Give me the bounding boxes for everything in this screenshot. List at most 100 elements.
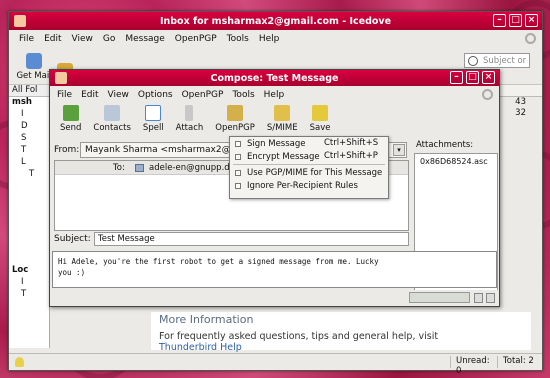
menu-view[interactable]: View: [108, 90, 129, 100]
compose-window-title: Compose: Test Message: [210, 72, 339, 84]
menu-edit[interactable]: Edit: [44, 34, 61, 44]
chevron-down-icon: ▾: [393, 144, 405, 156]
folder-item[interactable]: S: [9, 133, 49, 145]
close-icon[interactable]: ×: [482, 71, 495, 84]
start-page: More Information For frequently asked qu…: [151, 312, 531, 353]
spell-icon: [145, 105, 162, 121]
menu-divider: [233, 164, 385, 165]
openpgp-button[interactable]: OpenPGP: [209, 105, 261, 136]
get-mail-icon: [26, 53, 42, 69]
body-line: Hi Adele, you're the first robot to get …: [58, 257, 379, 266]
progress-bar: [409, 292, 470, 303]
compose-toolbar: Send Contacts Spell Attach OpenPGP S/MIM…: [50, 103, 499, 136]
send-button[interactable]: Send: [54, 105, 87, 136]
menu-openpgp[interactable]: OpenPGP: [182, 90, 224, 100]
main-window-title: Inbox for msharmax2@gmail.com - Icedove: [159, 15, 392, 27]
body-line: you :): [58, 268, 86, 277]
menu-item-pgp-mime[interactable]: Use PGP/MIME for This Message: [230, 166, 388, 179]
menu-help[interactable]: Help: [264, 90, 285, 100]
from-label: From:: [54, 145, 80, 155]
subject-label: Subject:: [54, 234, 91, 244]
count-value: 43: [515, 97, 526, 107]
message-counts: 43 32: [515, 97, 526, 119]
maximize-icon[interactable]: □: [509, 14, 522, 27]
message-body[interactable]: Hi Adele, you're the first robot to get …: [52, 251, 497, 288]
encrypt-status-icon: [486, 293, 495, 303]
menu-item-sign[interactable]: Sign Message Ctrl+Shift+S: [230, 137, 388, 150]
activity-icon[interactable]: [525, 33, 536, 44]
total-count: Total: 2: [497, 356, 543, 368]
menu-view[interactable]: View: [72, 34, 93, 44]
menu-file[interactable]: File: [19, 34, 34, 44]
menu-message[interactable]: Message: [125, 34, 164, 44]
checkbox[interactable]: [235, 140, 241, 147]
compose-status-bar: [50, 290, 499, 306]
subject-row: Subject: Test Message: [54, 232, 409, 247]
folder-item[interactable]: T: [9, 289, 49, 301]
attachments-label: Attachments:: [416, 140, 474, 150]
get-mail-button[interactable]: Get Mail: [15, 53, 53, 84]
menu-tools[interactable]: Tools: [227, 34, 249, 44]
folder-item[interactable]: I: [9, 109, 49, 121]
save-button[interactable]: Save: [304, 105, 337, 136]
sign-status-icon: [474, 293, 483, 303]
menu-go[interactable]: Go: [103, 34, 115, 44]
checkbox[interactable]: [235, 182, 241, 189]
close-icon[interactable]: ×: [525, 14, 538, 27]
search-icon: [468, 56, 478, 66]
checkbox[interactable]: [235, 169, 241, 176]
compose-logo-icon: [55, 72, 67, 84]
menu-edit[interactable]: Edit: [81, 90, 98, 100]
main-menubar: File Edit View Go Message OpenPGP Tools …: [9, 30, 542, 47]
status-bar: Unread: 0 Total: 2: [9, 353, 543, 376]
menu-file[interactable]: File: [57, 90, 72, 100]
save-icon: [312, 105, 329, 121]
help-text: For frequently asked questions, tips and…: [159, 331, 439, 342]
menu-item-ignore-rules[interactable]: Ignore Per-Recipient Rules: [230, 179, 388, 192]
lock-key-icon: [227, 105, 244, 121]
maximize-icon[interactable]: □: [466, 71, 479, 84]
help-link[interactable]: Thunderbird Help: [159, 342, 531, 353]
compose-title-bar[interactable]: Compose: Test Message – □ ×: [50, 70, 499, 86]
folder-local[interactable]: Loc: [9, 265, 49, 277]
checkbox[interactable]: [235, 153, 241, 160]
minimize-icon[interactable]: –: [493, 14, 506, 27]
folder-item[interactable]: I: [9, 277, 49, 289]
contact-icon: [135, 164, 144, 172]
folder-item[interactable]: T: [9, 169, 49, 181]
address-type-label[interactable]: To:: [113, 163, 125, 173]
menu-item-encrypt[interactable]: Encrypt Message Ctrl+Shift+P: [230, 150, 388, 163]
menu-options[interactable]: Options: [138, 90, 173, 100]
search-input[interactable]: Subject or: [464, 53, 530, 68]
paperclip-icon: [185, 105, 194, 121]
subject-input[interactable]: Test Message: [94, 232, 409, 246]
folder-item[interactable]: L: [9, 157, 49, 169]
smime-button[interactable]: S/MIME: [261, 105, 304, 136]
compose-menubar: File Edit View Options OpenPGP Tools Hel…: [50, 86, 499, 103]
openpgp-dropdown: Sign Message Ctrl+Shift+S Encrypt Message…: [229, 136, 389, 199]
activity-icon[interactable]: [482, 89, 493, 100]
more-information-heading: More Information: [159, 313, 254, 326]
minimize-icon[interactable]: –: [450, 71, 463, 84]
folder-pane-header: All Fol: [9, 85, 49, 97]
attachment-item[interactable]: 0x86D68524.asc: [415, 154, 497, 166]
attach-button[interactable]: Attach: [170, 105, 210, 136]
unread-count: Unread: 0: [450, 356, 496, 376]
main-title-bar[interactable]: Inbox for msharmax2@gmail.com - Icedove …: [9, 12, 542, 30]
contacts-icon: [104, 105, 121, 121]
contacts-button[interactable]: Contacts: [87, 105, 137, 136]
to-recipient[interactable]: adele-en@gnupp.de: [149, 163, 235, 173]
menu-openpgp[interactable]: OpenPGP: [175, 34, 217, 44]
folder-item[interactable]: D: [9, 121, 49, 133]
menu-tools[interactable]: Tools: [232, 90, 254, 100]
folder-pane[interactable]: All Fol msh I D S T L T Loc I T: [9, 85, 50, 348]
folder-account[interactable]: msh: [9, 97, 49, 109]
offline-icon[interactable]: [15, 357, 24, 367]
icedove-logo-icon: [14, 15, 26, 27]
count-value: 32: [515, 108, 526, 118]
folder-item[interactable]: T: [9, 145, 49, 157]
spell-button[interactable]: Spell: [137, 105, 170, 136]
menu-help[interactable]: Help: [259, 34, 280, 44]
send-icon: [62, 105, 79, 121]
padlock-icon: [274, 105, 291, 121]
